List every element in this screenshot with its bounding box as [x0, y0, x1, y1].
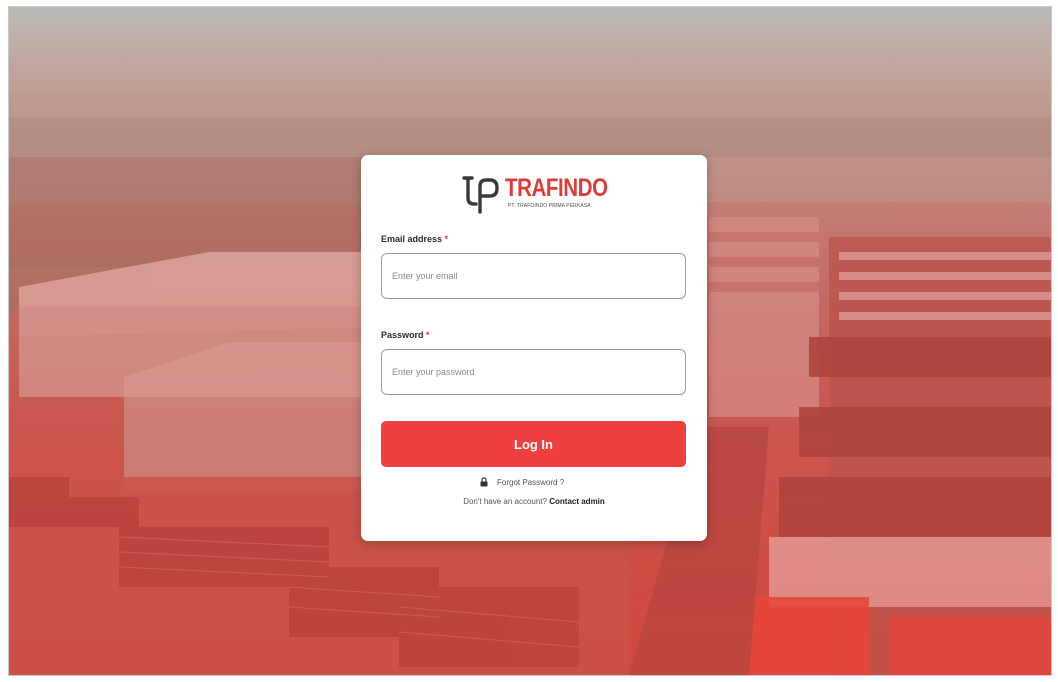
signup-row: Don't have an account? Contact admin: [361, 497, 707, 506]
login-button[interactable]: Log In: [381, 421, 686, 467]
email-label: Email address *: [381, 234, 448, 244]
required-marker: *: [444, 234, 449, 244]
email-input[interactable]: [381, 253, 686, 299]
forgot-password-link[interactable]: Forgot Password ?: [479, 477, 564, 487]
required-marker: *: [426, 330, 430, 340]
contact-admin-link[interactable]: Contact admin: [549, 497, 605, 506]
logo-subtitle: PT. TRAFOINDO PRIMA PERKASA: [508, 203, 591, 209]
password-input[interactable]: [381, 349, 686, 395]
company-logo: TRAFINDO PT. TRAFOINDO PRIMA PERKASA: [460, 172, 610, 214]
email-label-text: Email address: [381, 234, 443, 244]
login-card: TRAFINDO PT. TRAFOINDO PRIMA PERKASA Ema…: [361, 155, 707, 541]
tp-logo-icon: [462, 176, 499, 214]
signup-prompt: Don't have an account?: [463, 497, 547, 506]
logo-wordmark: TRAFINDO: [505, 174, 608, 202]
login-page: TRAFINDO PT. TRAFOINDO PRIMA PERKASA Ema…: [8, 6, 1052, 676]
password-label-text: Password: [381, 330, 424, 340]
forgot-password-label: Forgot Password ?: [497, 477, 565, 487]
lock-icon: [480, 477, 488, 487]
password-label: Password *: [381, 330, 430, 340]
